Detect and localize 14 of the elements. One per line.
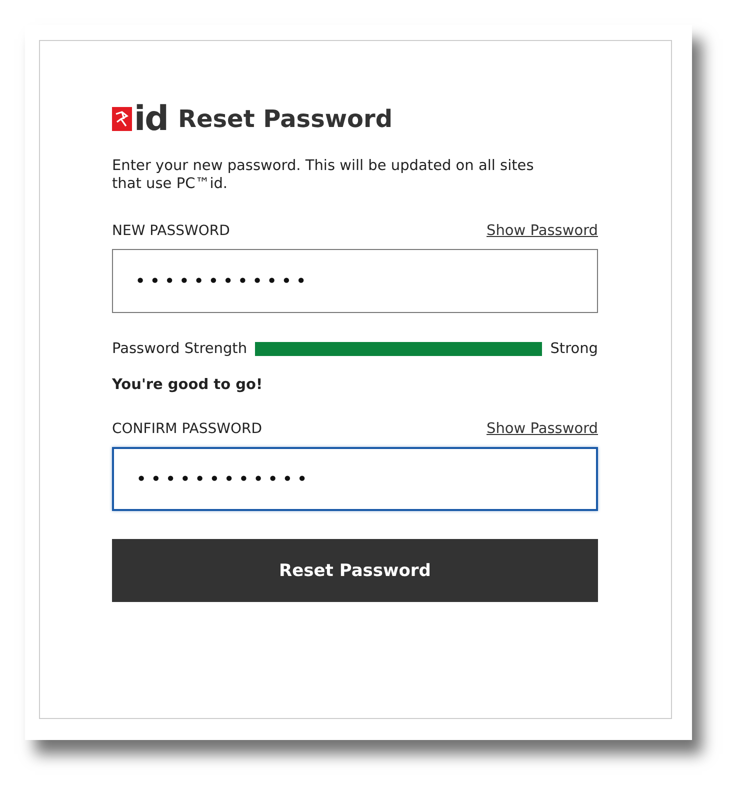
- field-label: NEW PASSWORD: [112, 223, 230, 239]
- field-label: CONFIRM PASSWORD: [112, 421, 262, 437]
- show-password-link[interactable]: Show Password: [486, 223, 598, 239]
- password-field[interactable]: ••••••••••••: [112, 447, 598, 511]
- logo-text: id: [134, 102, 168, 136]
- strength-reading: Strong: [550, 341, 598, 357]
- page-title: Reset Password: [178, 105, 393, 133]
- intro-text: Enter your new password. This will be updated on all sites that use PC™id.: [112, 157, 535, 193]
- reset-password-button[interactable]: Reset Password: [112, 539, 598, 602]
- password-field[interactable]: ••••••••••••: [112, 249, 598, 313]
- logo-icon: [112, 107, 132, 131]
- show-password-link[interactable]: Show Password: [486, 421, 598, 437]
- strength-label: Password Strength: [112, 341, 248, 357]
- strength-message: You're good to go!: [112, 377, 264, 393]
